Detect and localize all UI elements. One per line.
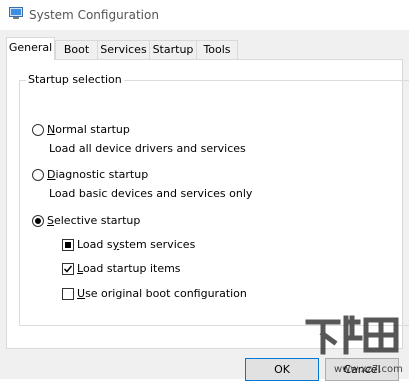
title-bar: System Configuration bbox=[0, 0, 409, 30]
selective-startup-radio[interactable]: Selective startup bbox=[32, 214, 140, 227]
radio-button[interactable] bbox=[32, 123, 44, 136]
checkbox[interactable] bbox=[62, 262, 74, 275]
checkbox[interactable] bbox=[62, 238, 74, 251]
use-original-boot-config-label: Use original boot configuration bbox=[77, 287, 247, 300]
tab-tools[interactable]: Tools bbox=[196, 40, 238, 59]
load-startup-items-checkbox[interactable]: Load startup items bbox=[62, 262, 181, 275]
svg-text:www.xz7.com: www.xz7.com bbox=[334, 364, 403, 375]
diagnostic-startup-radio[interactable]: Diagnostic startup bbox=[32, 168, 148, 181]
checkbox[interactable] bbox=[62, 287, 74, 300]
selective-startup-label: Selective startup bbox=[47, 214, 141, 227]
use-original-boot-config-checkbox[interactable]: Use original boot configuration bbox=[62, 287, 247, 300]
radio-button[interactable] bbox=[32, 214, 44, 227]
group-title: Startup selection bbox=[26, 73, 124, 86]
checkmark-icon bbox=[63, 265, 73, 273]
tab-startup[interactable]: Startup bbox=[149, 40, 197, 59]
window-title: System Configuration bbox=[29, 8, 159, 22]
tab-services[interactable]: Services bbox=[97, 40, 150, 59]
normal-startup-radio[interactable]: Normal startup bbox=[32, 123, 130, 136]
system-configuration-icon bbox=[9, 7, 23, 20]
normal-startup-label: Normal startup bbox=[47, 123, 130, 136]
load-startup-items-label: Load startup items bbox=[77, 262, 181, 275]
watermark-logo: www.xz7.com bbox=[296, 308, 409, 379]
radio-button[interactable] bbox=[32, 168, 44, 181]
diagnostic-startup-label: Diagnostic startup bbox=[47, 168, 149, 181]
general-tab-panel: Startup selection Normal startup Load al… bbox=[6, 59, 409, 349]
tab-boot[interactable]: Boot bbox=[55, 40, 98, 59]
normal-startup-description: Load all device drivers and services bbox=[49, 142, 246, 155]
diagnostic-startup-description: Load basic devices and services only bbox=[49, 187, 253, 200]
tab-general[interactable]: General bbox=[6, 37, 55, 60]
load-system-services-checkbox[interactable]: Load system services bbox=[62, 238, 195, 251]
load-system-services-label: Load system services bbox=[77, 238, 196, 251]
